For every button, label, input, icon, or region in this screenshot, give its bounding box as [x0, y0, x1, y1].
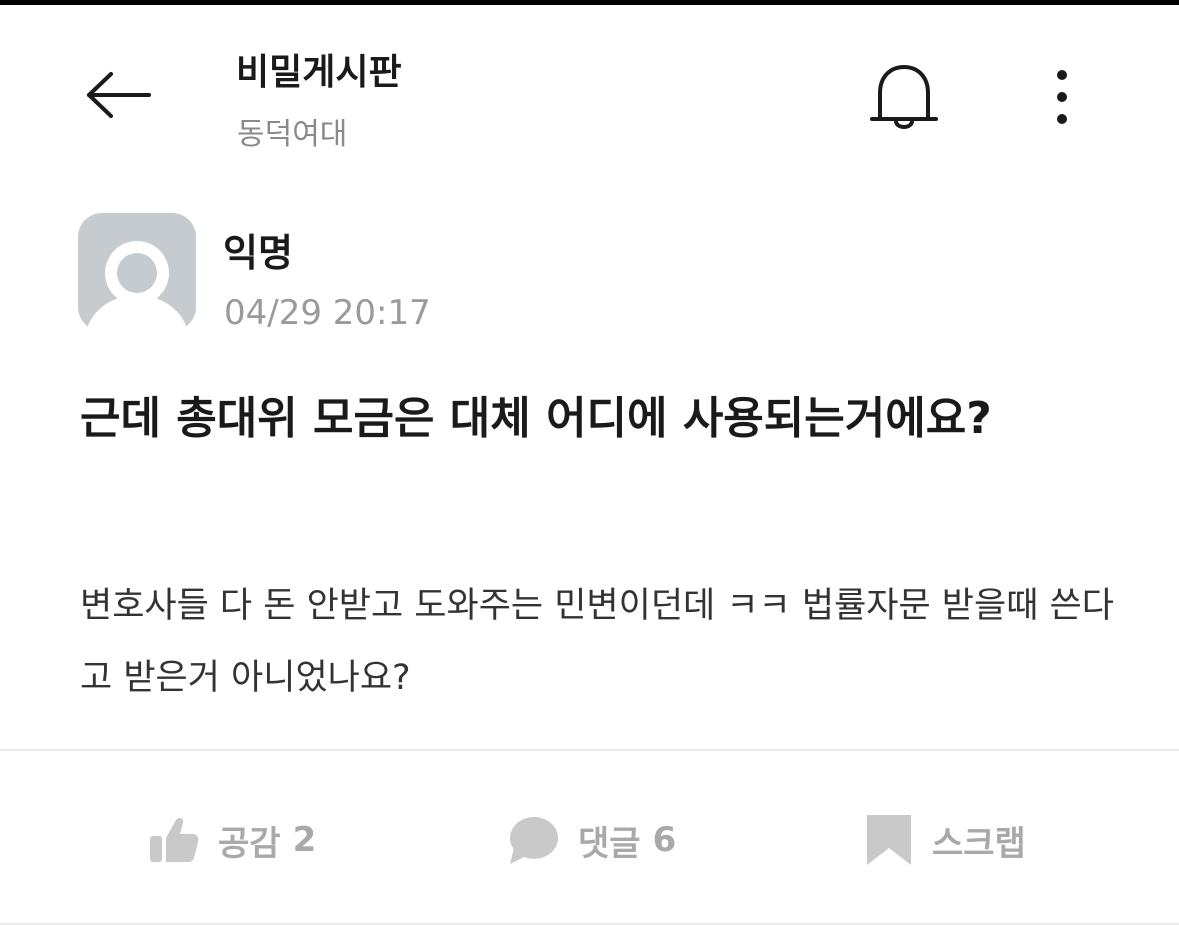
board-subtitle: 동덕여대: [237, 117, 348, 152]
notification-button[interactable]: [862, 55, 946, 139]
scrap-label: 스크랩: [932, 823, 1026, 864]
post-body: 변호사들 다 돈 안받고 도와주는 민변이던데 ㅋㅋ 법률자문 받을때 쓴다고 …: [80, 586, 1114, 698]
back-button[interactable]: [78, 63, 158, 127]
comment-bubble-icon: [506, 814, 560, 866]
post-title: 근데 총대위 모금은 대체 어디에 사용되는거에요?: [80, 393, 992, 444]
default-user-icon: [86, 241, 188, 331]
board-title: 비밀게시판: [236, 52, 402, 93]
like-count: 2: [292, 820, 317, 860]
like-label: 공감: [218, 823, 281, 864]
bell-icon: [870, 65, 938, 129]
app-header: 비밀게시판 동덕여대: [0, 5, 1179, 175]
thumbs-up-icon: [148, 814, 200, 866]
author-name: 익명: [223, 231, 293, 275]
more-options-button[interactable]: [1036, 61, 1088, 133]
post-date: 04/29 20:17: [224, 293, 431, 333]
divider: [0, 749, 1179, 751]
bookmark-icon: [864, 812, 914, 868]
comment-label: 댓글: [578, 823, 641, 864]
arrow-left-icon: [87, 72, 151, 118]
more-vertical-icon: [1057, 70, 1067, 124]
comment-count: 6: [652, 820, 677, 860]
comment-button[interactable]: 댓글 6: [506, 808, 676, 872]
avatar: [78, 213, 196, 331]
like-button[interactable]: 공감 2: [148, 808, 316, 872]
scrap-button[interactable]: 스크랩: [864, 808, 1026, 872]
